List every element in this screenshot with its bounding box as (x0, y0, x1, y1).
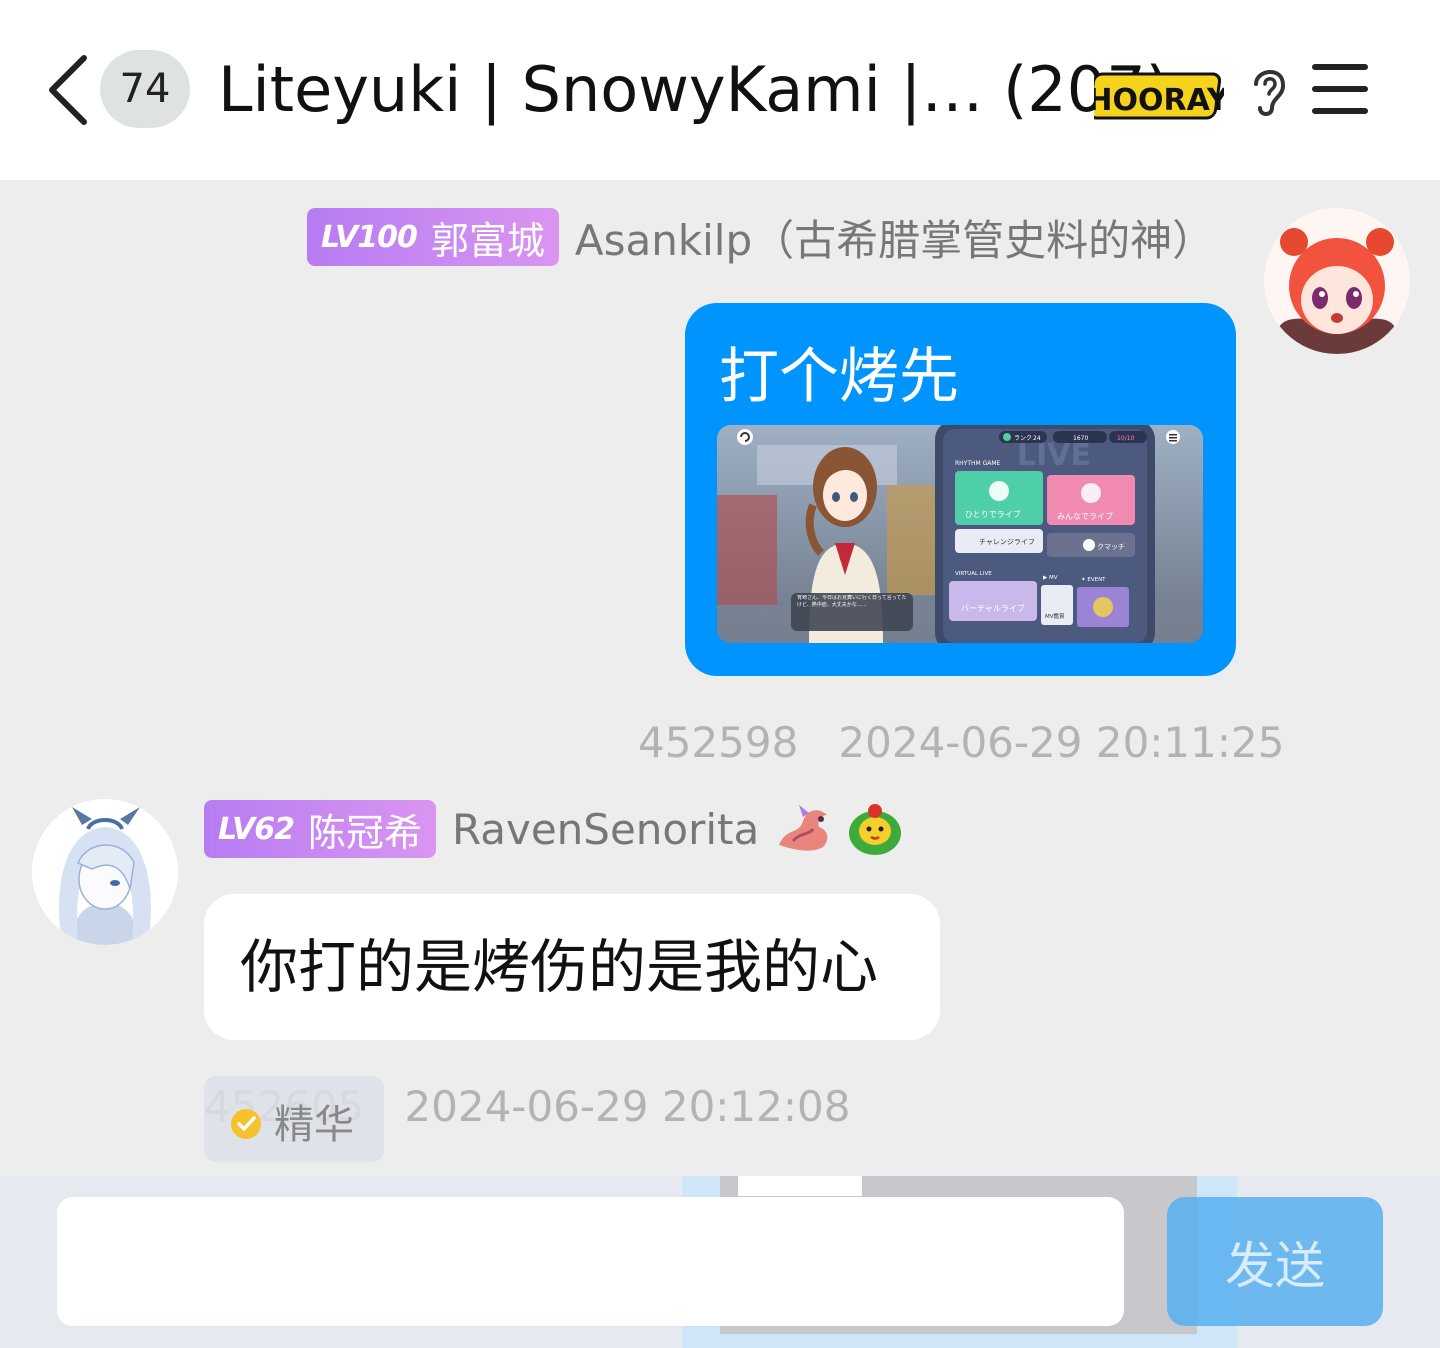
sender-nickname[interactable]: Asankilp（古希腊掌管史料的神） (575, 207, 1214, 268)
chat-header: 74 Liteyuki | SnowyKami |… (207) HOORAY (0, 0, 1440, 180)
level-label: LV62 (218, 811, 295, 847)
message-input[interactable] (57, 1197, 1124, 1326)
sender-info-row: LV100 郭富城 Asankilp（古希腊掌管史料的神） (307, 208, 1214, 266)
overlay-ghost-panel (738, 1176, 862, 1196)
essence-medal-icon (231, 1109, 261, 1139)
message-text: 打个烤先 (719, 342, 959, 412)
message-time: 2024-06-29 20:11:25 (838, 718, 1285, 767)
white-hair-girl-avatar-icon (32, 799, 178, 945)
dragon-badge-icon (779, 805, 828, 851)
dialogue-text: 宵崎さん、今日はお見舞いに行く日って言ってたけど、熱中症、大丈夫かな…… (797, 595, 907, 608)
group-title[interactable]: Liteyuki | SnowyKami |… (207) (218, 52, 1170, 128)
challenge-live-label: チャレンジライフ (979, 538, 1035, 546)
rank-match-label: クマッチ (1097, 543, 1125, 551)
sender-info-row: LV62 陈冠希 RavenSenorita (204, 800, 903, 858)
message-time: 2024-06-29 20:12:08 (404, 1082, 851, 1131)
multi-live-label: みんなでライブ (1057, 511, 1113, 521)
essence-label: 精华 (274, 1102, 354, 1148)
avatar[interactable] (1264, 208, 1410, 354)
level-label: LV100 (321, 219, 418, 255)
energy-value: 10/10 (1117, 435, 1134, 442)
rank-label: ランク (1014, 435, 1032, 442)
level-title-badge: LV62 陈冠希 (204, 800, 436, 858)
sender-nickname[interactable]: RavenSenorita (452, 805, 759, 854)
virtual-live-label: バーチャルライブ (961, 603, 1025, 613)
essence-tag[interactable]: 精华 (204, 1076, 384, 1162)
green-bird-badge-icon (849, 804, 902, 855)
section-rhythm-label: RHYTHM GAME (955, 460, 1001, 467)
anime-girl-avatar-icon (1264, 208, 1410, 354)
game-screenshot-image[interactable]: 宵崎さん、今日はお見舞いに行く日って言ってたけど、熱中症、大丈夫かな…… LIV… (717, 425, 1203, 643)
section-mv-label: ▶ MV (1043, 575, 1058, 581)
live-watermark: LIVE (1017, 438, 1091, 473)
incoming-message-bubble[interactable]: 你打的是烤伤的是我的心 (204, 894, 940, 1040)
message-id: 452598 (638, 718, 799, 767)
section-event-label: ✦ EVENT (1081, 576, 1106, 583)
avatar[interactable] (32, 799, 178, 945)
hooray-sticker-icon: HOORAY (1094, 72, 1224, 120)
back-arrow-icon[interactable] (44, 52, 94, 128)
section-virtual-label: VIRTUAL LIVE (955, 571, 992, 577)
message-text: 你打的是烤伤的是我的心 (240, 933, 879, 1001)
solo-live-label: ひとりでライブ (965, 509, 1021, 519)
outgoing-message-bubble[interactable]: 打个烤先 宵崎さん、今日はお見舞いに行く日って言ってたけど、熱中症、大丈夫かな…… (685, 303, 1236, 676)
ear-listen-icon[interactable] (1248, 62, 1290, 118)
message-meta: 452598 2024-06-29 20:11:25 (638, 718, 1284, 767)
rank-value: 24 (1033, 435, 1041, 442)
svg-text:HOORAY: HOORAY (1094, 83, 1224, 118)
mv-label: MV鑑賞 (1045, 612, 1065, 620)
coins-value: 1670 (1073, 435, 1088, 442)
unread-count-badge[interactable]: 74 (100, 50, 190, 128)
level-title-badge: LV100 郭富城 (307, 208, 559, 266)
member-title: 郭富城 (430, 218, 545, 263)
game-screenshot-graphic: 宵崎さん、今日はお見舞いに行く日って言ってたけど、熱中症、大丈夫かな…… LIV… (717, 425, 1203, 643)
menu-icon[interactable] (1310, 62, 1370, 116)
member-title: 陈冠希 (307, 810, 422, 855)
send-button[interactable]: 发送 (1167, 1197, 1383, 1326)
